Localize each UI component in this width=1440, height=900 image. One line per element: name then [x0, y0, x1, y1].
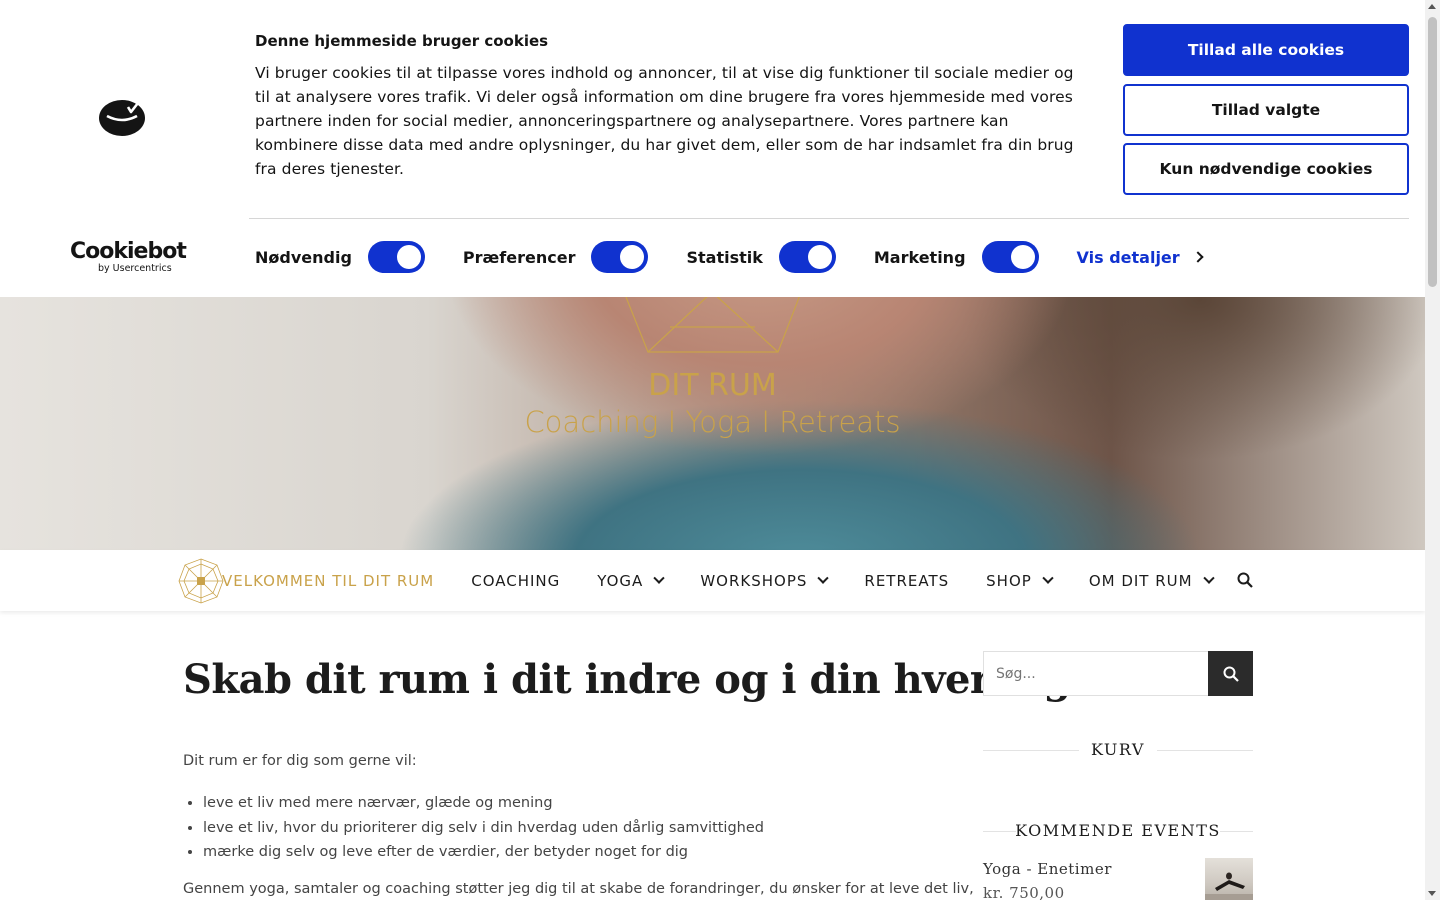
list-item: mærke dig selv og leve efter de værdier,…: [203, 842, 764, 867]
nav-item-workshops[interactable]: WORKSHOPS: [700, 572, 830, 590]
chevron-down-icon: [1202, 572, 1215, 584]
nav-item-retreats[interactable]: RETREATS: [864, 572, 949, 590]
list-item: leve et liv, hvor du prioriterer dig sel…: [203, 818, 764, 843]
toggle-label-necessary: Nødvendig: [255, 247, 352, 267]
divider: [983, 830, 1016, 832]
sidebar-search-button[interactable]: [1208, 651, 1253, 696]
nav-item-om-dit-rum[interactable]: OM DIT RUM: [1089, 572, 1215, 590]
cookie-banner-text: Vi bruger cookies til at tilpasse vores …: [255, 64, 1074, 178]
nav-item-coaching[interactable]: COACHING: [471, 572, 560, 590]
list-item: leve et liv med mere nærvær, glæde og me…: [203, 793, 764, 818]
scrollbar-thumb[interactable]: [1428, 17, 1437, 287]
body-paragraph: Gennem yoga, samtaler og coaching støtte…: [183, 881, 974, 897]
toggle-label-marketing: Marketing: [873, 247, 966, 267]
event-price: kr. 750,00: [983, 884, 1065, 900]
benefits-list: leve et liv med mere nærvær, glæde og me…: [203, 793, 764, 867]
sidebar-search-input[interactable]: [983, 651, 1209, 696]
nav-item-shop[interactable]: SHOP: [986, 572, 1054, 590]
divider: [1157, 749, 1253, 751]
scroll-down-arrow-icon[interactable]: [1428, 891, 1436, 896]
scroll-up-arrow-icon[interactable]: [1428, 4, 1436, 9]
chevron-down-icon: [1042, 572, 1054, 584]
page-title: Skab dit rum i dit indre og i din hverda…: [183, 656, 1071, 703]
cookiebot-byline: by Usercentrics: [98, 263, 172, 274]
toggle-label-preferences: Præferencer: [462, 247, 576, 267]
allow-selected-button[interactable]: Tillad valgte: [1123, 84, 1409, 136]
toggle-preferences[interactable]: [591, 241, 649, 273]
cart-widget-title: KURV: [983, 740, 1253, 759]
nav-item-yoga[interactable]: YOGA: [597, 572, 665, 590]
hero-tagline: Coaching I Yoga I Retreats: [524, 405, 901, 439]
cookiebot-logo-icon: [99, 100, 145, 136]
event-title-link[interactable]: Yoga - Enetimer: [983, 860, 1112, 878]
toggle-necessary[interactable]: [367, 241, 425, 273]
nav-item-velkommen[interactable]: VELKOMMEN TIL DIT RUM: [222, 572, 434, 590]
hero-site-name: DIT RUM: [648, 368, 777, 403]
cookie-category-toggles: Nødvendig Præferencer Statistik Marketin…: [255, 240, 1204, 274]
divider: [1220, 830, 1253, 832]
main-navigation: VELKOMMEN TIL DIT RUM COACHING YOGA WORK…: [0, 550, 1425, 611]
toggle-marketing[interactable]: [981, 241, 1039, 273]
yoga-pose-image: [1205, 872, 1253, 900]
divider: [249, 218, 1409, 219]
toggle-statistics[interactable]: [778, 241, 836, 273]
cookie-banner-title: Denne hjemmeside bruger cookies: [255, 32, 549, 50]
page-scrollbar[interactable]: [1425, 0, 1440, 900]
necessary-only-button[interactable]: Kun nødvendige cookies: [1123, 143, 1409, 195]
intro-text: Dit rum er for dig som gerne vil:: [183, 753, 417, 769]
chevron-down-icon: [653, 572, 665, 584]
show-details-link[interactable]: Vis detaljer: [1077, 248, 1204, 267]
chevron-right-icon: [1192, 251, 1204, 263]
chevron-down-icon: [817, 572, 830, 584]
allow-all-cookies-button[interactable]: Tillad alle cookies: [1123, 24, 1409, 76]
event-thumbnail[interactable]: [1205, 858, 1253, 900]
site-logo-icon[interactable]: [178, 558, 224, 604]
cookiebot-wordmark: Cookiebot: [70, 239, 187, 264]
cookie-consent-banner: Cookiebot by Usercentrics Denne hjemmesi…: [0, 0, 1425, 297]
divider: [983, 749, 1079, 751]
toggle-label-statistics: Statistik: [686, 247, 763, 267]
search-icon: [1223, 666, 1239, 682]
events-widget-title: KOMMENDE EVENTS: [983, 821, 1253, 840]
cookiebot-brand: Cookiebot by Usercentrics: [70, 239, 187, 275]
search-icon[interactable]: [1237, 572, 1253, 588]
